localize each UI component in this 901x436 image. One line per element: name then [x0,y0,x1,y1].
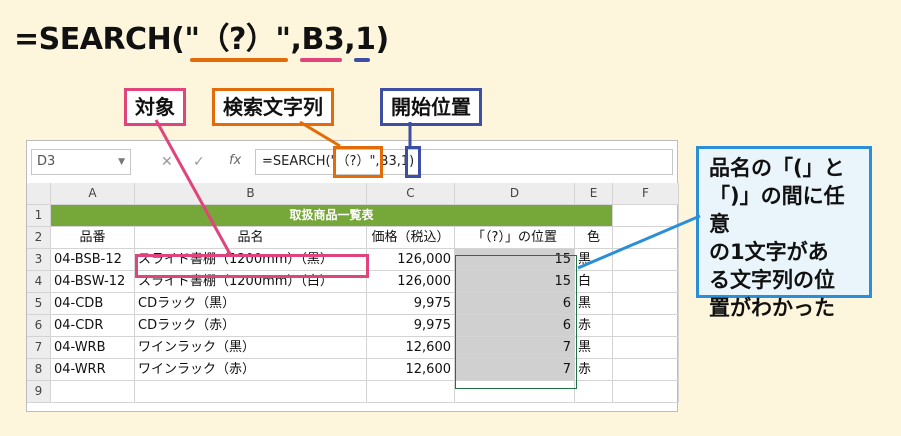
leader-lines [154,119,701,270]
target-leader [154,119,232,255]
note-leader [577,214,701,270]
search-leader [299,120,341,148]
